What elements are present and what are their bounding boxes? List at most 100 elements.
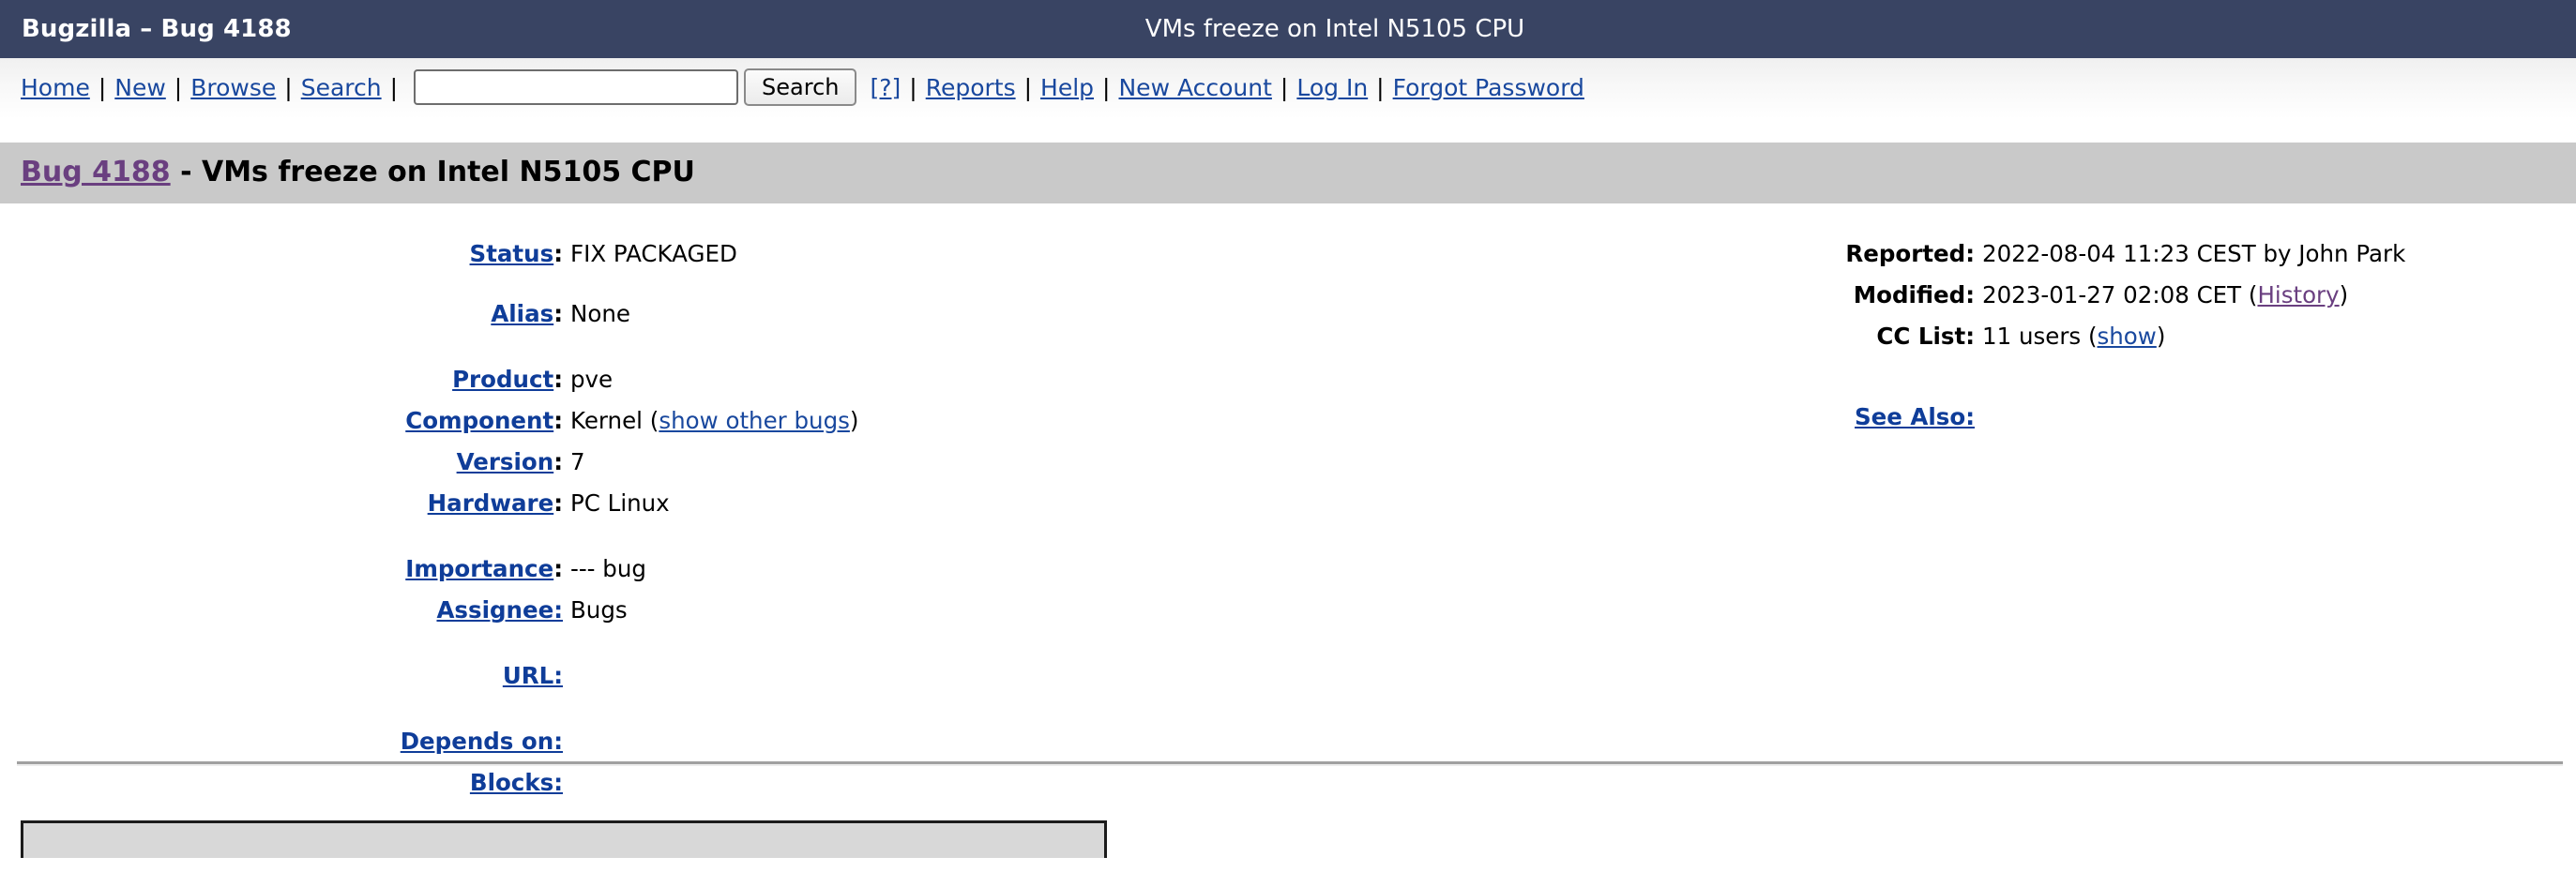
cc-user-count: 11 users ( (1982, 323, 2098, 350)
field-label-depends-on: Depends on: (0, 730, 563, 754)
nav-link-log-in[interactable]: Log In (1296, 74, 1368, 101)
product-label-link[interactable]: Product (452, 366, 553, 393)
cc-show-link[interactable]: show (2098, 323, 2157, 350)
nav-link-reports[interactable]: Reports (926, 74, 1016, 101)
cc-close-paren: ) (2157, 323, 2166, 350)
component-name: Kernel (570, 407, 643, 434)
nav-link-home[interactable]: Home (21, 74, 90, 101)
alias-label-link[interactable]: Alias (491, 300, 553, 327)
depends-on-label-link[interactable]: Depends on: (401, 728, 563, 755)
field-label-version: Version: (0, 451, 563, 474)
quicksearch-help-icon[interactable]: [?] (870, 74, 901, 101)
component-close-paren: ) (850, 407, 859, 434)
navigation-bar: Home | New | Browse | Search | Search [?… (0, 58, 2576, 119)
field-row-url: URL: (0, 665, 1829, 706)
nav-separator: | (1272, 74, 1296, 101)
field-row-modified: Modified: 2023-01-27 02:08 CET (History) (1829, 284, 2576, 325)
field-row-product: Product: pve (0, 368, 1829, 410)
nav-separator: | (90, 74, 114, 101)
field-value-cc-list: 11 users (show) (1975, 325, 2165, 349)
status-colon: : (553, 240, 563, 267)
nav-link-browse[interactable]: Browse (190, 74, 276, 101)
see-also-label-link[interactable]: See Also: (1855, 403, 1975, 430)
field-value-hardware: PC Linux (563, 492, 670, 516)
field-label-component: Component: (0, 410, 563, 433)
blocks-label-link[interactable]: Blocks: (470, 769, 563, 796)
field-row-assignee: Assignee: Bugs (0, 599, 1829, 640)
nav-separator: | (1368, 74, 1392, 101)
field-label-reported: Reported: (1829, 243, 1975, 266)
importance-colon: : (553, 555, 563, 582)
quicksearch-search-button[interactable]: Search (744, 68, 856, 106)
bug-title-summary: VMs freeze on Intel N5105 CPU (202, 156, 695, 188)
url-label-link[interactable]: URL: (503, 662, 563, 689)
nav-link-search[interactable]: Search (301, 74, 382, 101)
show-other-bugs-link[interactable]: show other bugs (659, 407, 850, 434)
importance-label-link[interactable]: Importance (405, 555, 553, 582)
field-label-status: Status: (0, 243, 563, 266)
nav-separator: | (166, 74, 190, 101)
bug-fields-area: Status: FIX PACKAGED Alias: None Product… (0, 203, 2576, 761)
version-colon: : (553, 448, 563, 475)
modified-timestamp: 2023-01-27 02:08 CET ( (1982, 281, 2257, 308)
component-label-link[interactable]: Component (405, 407, 553, 434)
field-value-importance: --- bug (563, 558, 646, 581)
field-value-assignee: Bugs (563, 599, 628, 623)
field-label-product: Product: (0, 368, 563, 392)
field-row-component: Component: Kernel (show other bugs) (0, 410, 1829, 451)
bug-fields-right-column: Reported: 2022-08-04 11:23 CEST by John … (1829, 203, 2576, 447)
field-label-url: URL: (0, 665, 563, 688)
field-value-component: Kernel (show other bugs) (563, 410, 858, 433)
field-label-assignee: Assignee: (0, 599, 563, 623)
bug-fields-left-column: Status: FIX PACKAGED Alias: None Product… (0, 203, 1829, 813)
field-label-importance: Importance: (0, 558, 563, 581)
bug-title-separator: - (171, 156, 202, 188)
nav-link-forgot-password[interactable]: Forgot Password (1393, 74, 1584, 101)
field-label-hardware: Hardware: (0, 492, 563, 516)
page-wrapper: Bugzilla – Bug 4188 VMs freeze on Intel … (0, 0, 2576, 858)
bug-id-link[interactable]: Bug 4188 (21, 156, 171, 188)
comment-box-partial[interactable] (21, 820, 1107, 858)
field-row-reported: Reported: 2022-08-04 11:23 CEST by John … (1829, 243, 2576, 284)
field-value-reported: 2022-08-04 11:23 CEST by John Park (1975, 243, 2405, 266)
nav-separator: | (1016, 74, 1040, 101)
field-label-modified: Modified: (1829, 284, 1975, 308)
field-row-depends-on: Depends on: (0, 730, 1829, 772)
nav-separator: | (382, 74, 406, 101)
field-label-see-also: See Also: (1829, 406, 1975, 429)
app-titlebar: Bugzilla – Bug 4188 VMs freeze on Intel … (0, 0, 2576, 58)
field-label-cc-list: CC List: (1829, 325, 1975, 349)
nav-separator: | (1094, 74, 1118, 101)
modified-close-paren: ) (2340, 281, 2349, 308)
field-row-see-also: See Also: (1829, 406, 2576, 447)
nav-link-new-account[interactable]: New Account (1118, 74, 1271, 101)
field-row-importance: Importance: --- bug (0, 558, 1829, 599)
field-value-product: pve (563, 368, 613, 392)
field-row-cc-list: CC List: 11 users (show) (1829, 325, 2576, 367)
component-open-paren: ( (643, 407, 659, 434)
component-colon: : (553, 407, 563, 434)
nav-link-help[interactable]: Help (1040, 74, 1094, 101)
product-colon: : (553, 366, 563, 393)
field-label-blocks: Blocks: (0, 772, 563, 795)
hardware-colon: : (553, 489, 563, 517)
field-value-modified: 2023-01-27 02:08 CET (History) (1975, 284, 2348, 308)
status-label-link[interactable]: Status (470, 240, 554, 267)
history-link[interactable]: History (2257, 281, 2339, 308)
bug-title-strip: Bug 4188 - VMs freeze on Intel N5105 CPU (0, 143, 2576, 203)
version-label-link[interactable]: Version (457, 448, 554, 475)
field-row-blocks: Blocks: (0, 772, 1829, 813)
field-row-hardware: Hardware: PC Linux (0, 492, 1829, 534)
nav-link-new[interactable]: New (114, 74, 166, 101)
hardware-label-link[interactable]: Hardware (428, 489, 554, 517)
field-row-status: Status: FIX PACKAGED (0, 243, 1829, 284)
assignee-label-link[interactable]: Assignee: (436, 596, 563, 624)
field-value-alias: None (563, 303, 630, 326)
nav-separator: | (276, 74, 300, 101)
alias-colon: : (553, 300, 563, 327)
nav-separator: | (901, 74, 925, 101)
field-value-version: 7 (563, 451, 585, 474)
field-row-version: Version: 7 (0, 451, 1829, 492)
field-value-status: FIX PACKAGED (563, 243, 737, 266)
quicksearch-input[interactable] (414, 69, 738, 105)
